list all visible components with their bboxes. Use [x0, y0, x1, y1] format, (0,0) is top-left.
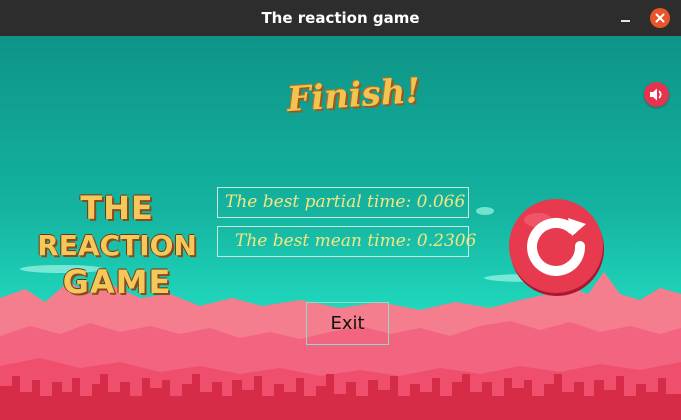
close-button[interactable] — [650, 8, 670, 28]
restart-icon — [509, 199, 604, 296]
game-screen: Finish! THE REACTION GAME The best parti… — [0, 36, 681, 420]
game-window: The reaction game Finish! THE REACTION G… — [0, 0, 681, 420]
game-logo: THE REACTION GAME — [36, 190, 198, 301]
minimize-button[interactable] — [614, 8, 636, 28]
speaker-icon — [650, 88, 662, 101]
logo-line-3: GAME — [62, 263, 172, 301]
restart-button[interactable] — [506, 196, 606, 296]
cloud — [476, 207, 494, 215]
logo-line-1: THE — [80, 189, 154, 227]
best-partial-time: The best partial time: 0.066 — [217, 187, 469, 218]
best-mean-time: The best mean time: 0.2306 — [217, 226, 476, 257]
title-bar: The reaction game — [0, 0, 681, 36]
close-icon — [655, 13, 665, 23]
window-title: The reaction game — [261, 9, 420, 27]
exit-button[interactable]: Exit — [306, 302, 389, 345]
logo-line-2: REACTION — [37, 229, 197, 262]
finish-heading: Finish! — [285, 70, 422, 121]
sound-toggle-button[interactable] — [644, 82, 669, 107]
